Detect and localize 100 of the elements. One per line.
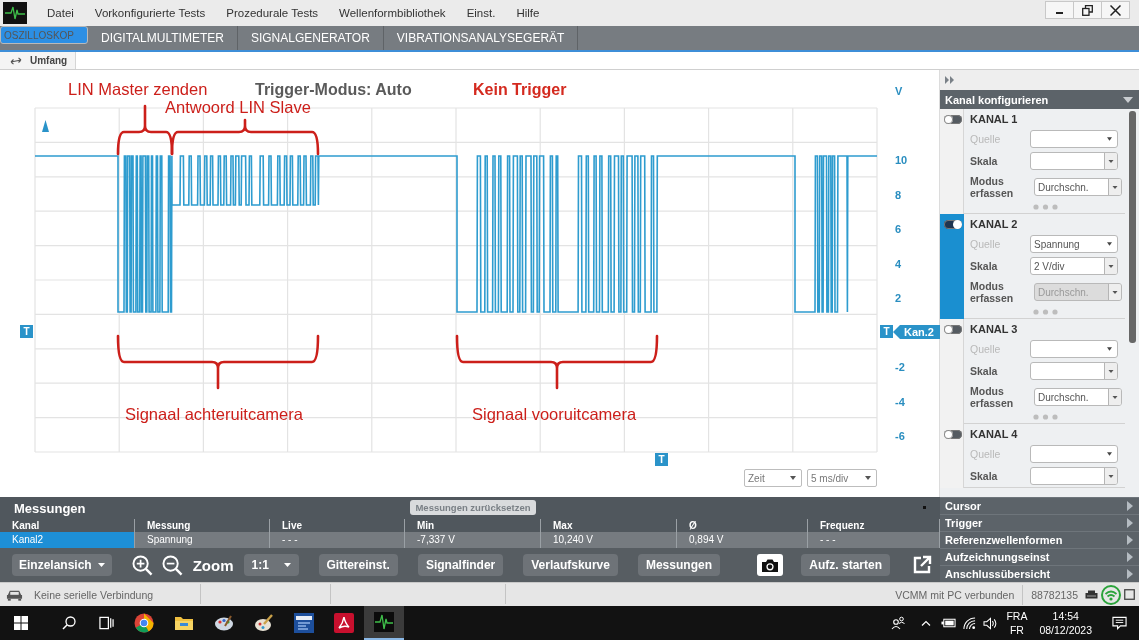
minimize-button[interactable] bbox=[1045, 1, 1074, 19]
close-icon bbox=[1110, 4, 1121, 16]
wifi-icon bbox=[1101, 584, 1121, 605]
channel-flag[interactable]: Kan.2 bbox=[893, 325, 940, 339]
wifi-icon[interactable] bbox=[963, 616, 977, 630]
menu-item[interactable]: Datei bbox=[47, 7, 74, 19]
language-indicator[interactable]: FRA FR bbox=[1006, 609, 1028, 637]
caret-icon bbox=[97, 563, 105, 567]
square-icon bbox=[1124, 589, 1135, 600]
toolbar-button[interactable]: Messungen bbox=[637, 554, 720, 576]
dropdown-arrow-icon[interactable] bbox=[1104, 363, 1117, 379]
triangle-marker-icon[interactable] bbox=[42, 120, 49, 132]
combo-field[interactable] bbox=[1030, 362, 1118, 380]
caret-icon bbox=[1123, 96, 1133, 103]
tab[interactable]: DIGITALMULTIMETER bbox=[88, 26, 238, 50]
dropdown-field[interactable] bbox=[1030, 340, 1118, 358]
serial-number: 88782135 bbox=[1031, 588, 1078, 601]
table-cell[interactable]: Kanal2 bbox=[0, 532, 135, 548]
tab[interactable]: SIGNALGENERATOR bbox=[237, 26, 384, 50]
taskbar-app[interactable] bbox=[364, 606, 404, 640]
axis-label: 4 bbox=[895, 256, 902, 271]
section-header[interactable]: Kanal konfigurieren bbox=[940, 90, 1139, 109]
menu-item[interactable]: Einst. bbox=[466, 7, 496, 19]
trigger-mode-label: Trigger-Modus: Auto bbox=[255, 80, 412, 99]
panel-group-header[interactable]: Referenzwellenformen bbox=[940, 531, 1139, 548]
caret-icon bbox=[1107, 137, 1112, 141]
dropdown-arrow-icon[interactable] bbox=[1108, 389, 1121, 405]
toolbar-button[interactable]: Signalfinder bbox=[417, 554, 504, 576]
record-button[interactable]: Aufz. starten bbox=[801, 554, 890, 576]
menu-item[interactable]: Vorkonfigurierte Tests bbox=[94, 7, 206, 19]
double-chevron-icon[interactable] bbox=[945, 76, 955, 84]
time-scale-dropdown[interactable]: 5 ms/div bbox=[807, 469, 877, 487]
zoom-out-icon[interactable] bbox=[161, 554, 183, 576]
caret-icon bbox=[1107, 452, 1112, 456]
field-label: Quelle bbox=[970, 343, 1002, 355]
language-code: FRA bbox=[1006, 609, 1028, 623]
clock[interactable]: 14:54 08/12/2023 bbox=[1039, 609, 1092, 637]
trigger-marker[interactable]: T bbox=[655, 453, 668, 466]
toggle-switch[interactable] bbox=[944, 220, 962, 229]
field-label: Quelle bbox=[970, 133, 1002, 145]
trigger-marker[interactable]: T bbox=[20, 325, 33, 338]
tab[interactable]: VIBRATIONSANALYSEGERÄT bbox=[383, 26, 579, 50]
toggle-switch[interactable] bbox=[944, 430, 962, 439]
axis-label: -2 bbox=[895, 360, 905, 374]
view-dropdown[interactable]: Einzelansich bbox=[12, 554, 112, 576]
dropdown-field[interactable]: Spannung bbox=[1030, 235, 1118, 253]
time-axis-dropdown[interactable]: Zeit bbox=[744, 469, 802, 487]
palette-icon bbox=[214, 613, 234, 633]
annotation-label: Antwoord LIN Slave bbox=[165, 98, 311, 117]
browser-icon bbox=[134, 613, 154, 633]
combo-field[interactable]: Durchschn. bbox=[1034, 388, 1122, 406]
channel-title: KANAL 2 bbox=[970, 217, 1019, 232]
dropdown-field[interactable] bbox=[1030, 130, 1118, 148]
combo-field[interactable]: Durchschn. bbox=[1034, 178, 1122, 196]
table-cell: -7,337 V bbox=[405, 532, 541, 548]
close-button[interactable] bbox=[1101, 1, 1130, 19]
panel-group-header[interactable]: Aufzeichnungseinst bbox=[940, 548, 1139, 565]
search-icon[interactable] bbox=[62, 616, 76, 630]
popout-icon[interactable] bbox=[912, 555, 932, 575]
combo-field[interactable] bbox=[1030, 467, 1118, 485]
menu-item[interactable]: Prozedurale Tests bbox=[226, 7, 319, 19]
axis-label: -6 bbox=[895, 429, 905, 443]
range-button[interactable]: Umfang bbox=[0, 52, 77, 69]
dropdown-arrow-icon[interactable] bbox=[1104, 153, 1117, 169]
task-view-icon[interactable] bbox=[99, 616, 114, 630]
dropdown-arrow-icon[interactable] bbox=[1108, 179, 1121, 195]
field-label: Modus erfassen bbox=[970, 175, 1015, 199]
scrollbar[interactable] bbox=[1129, 111, 1136, 343]
camera-icon[interactable] bbox=[757, 554, 784, 576]
panel-group-header[interactable]: Anschlussübersicht bbox=[940, 565, 1139, 582]
caret-icon bbox=[283, 563, 291, 567]
axis-label: 10 bbox=[895, 153, 908, 167]
toggle-switch[interactable] bbox=[944, 115, 962, 124]
channel-title: KANAL 4 bbox=[970, 427, 1019, 442]
panel-group-header[interactable]: Trigger bbox=[940, 514, 1139, 531]
toolbar-button[interactable]: Gittereinst. bbox=[318, 554, 398, 576]
start-icon[interactable] bbox=[14, 616, 28, 630]
restore-button[interactable] bbox=[1073, 1, 1102, 19]
dropdown-field[interactable] bbox=[1030, 445, 1118, 463]
panel-group-header[interactable]: Cursor bbox=[940, 497, 1139, 514]
speaker-icon[interactable] bbox=[983, 616, 999, 630]
panel-title: Messungen bbox=[14, 500, 86, 516]
menu-item[interactable]: Wellenformbibliothek bbox=[339, 7, 446, 19]
chevron-up-icon[interactable] bbox=[921, 620, 932, 626]
combo-field[interactable]: 2 V/div bbox=[1030, 257, 1118, 275]
zoom-dropdown[interactable]: 1:1 bbox=[243, 554, 299, 576]
battery-icon[interactable] bbox=[941, 618, 957, 628]
trigger-marker[interactable]: T bbox=[880, 325, 893, 338]
toolbar-button[interactable]: Verlaufskurve bbox=[523, 554, 618, 576]
axis-unit: V bbox=[895, 84, 903, 98]
dropdown-arrow-icon[interactable] bbox=[1104, 258, 1117, 274]
dropdown-arrow-icon[interactable] bbox=[1104, 468, 1117, 484]
zoom-in-icon[interactable] bbox=[131, 554, 153, 576]
table-cell: Spannung bbox=[135, 532, 270, 548]
field-label: Skala bbox=[970, 365, 999, 377]
notification-icon[interactable] bbox=[1112, 616, 1127, 630]
toggle-switch[interactable] bbox=[944, 325, 962, 334]
menu-item[interactable]: Hilfe bbox=[516, 7, 540, 19]
combo-field[interactable] bbox=[1030, 152, 1118, 170]
people-icon[interactable] bbox=[891, 616, 906, 630]
